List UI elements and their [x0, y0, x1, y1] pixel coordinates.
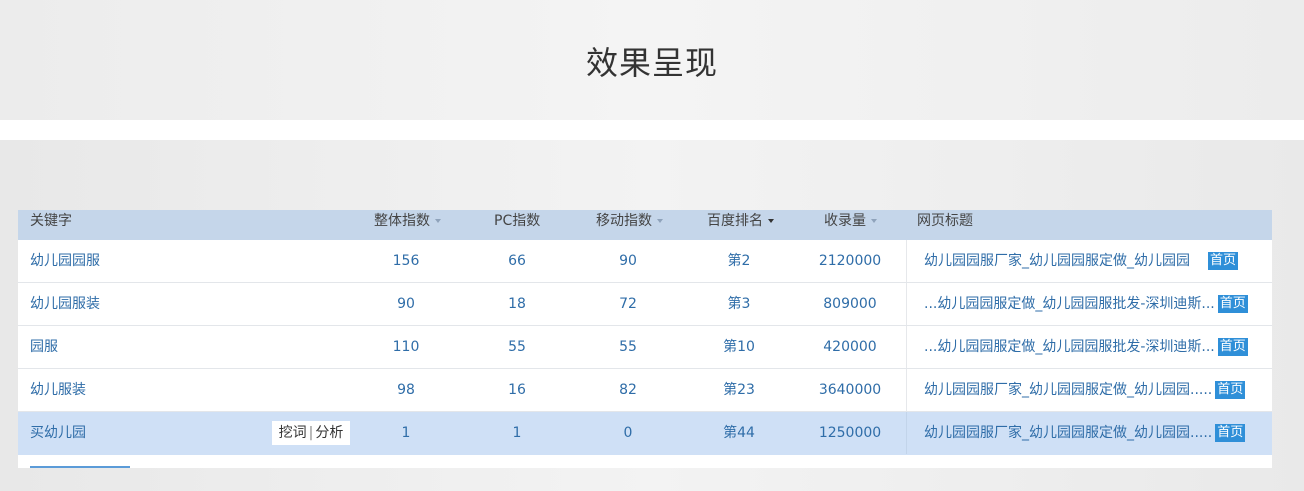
overall-index-cell: 90 — [397, 296, 415, 312]
keyword-table: 关键字 整体指数 PC指数 移动指数 百度排名 收录量 网页标题 幼儿园园服 1… — [18, 210, 1272, 468]
pc-index-cell: 1 — [512, 425, 522, 441]
header-pc-index: PC指数 — [494, 213, 541, 229]
gap-strip — [0, 120, 1304, 140]
baidu-rank-cell: 第10 — [723, 339, 755, 355]
baidu-rank-cell: 第23 — [723, 382, 755, 398]
header-overall-index[interactable]: 整体指数 — [374, 210, 441, 240]
page-title-cell: 幼儿园园服厂家_幼儿园园服定做_幼儿园园..... 首页 — [906, 412, 1272, 454]
header-indexed-count-label: 收录量 — [824, 213, 866, 229]
header-keyword: 关键字 — [30, 213, 72, 229]
sort-down-icon — [657, 219, 663, 223]
mobile-index-cell: 55 — [619, 339, 637, 355]
table-header: 关键字 整体指数 PC指数 移动指数 百度排名 收录量 网页标题 — [18, 210, 1272, 240]
header-mobile-index[interactable]: 移动指数 — [596, 210, 663, 240]
indexed-count-cell: 420000 — [823, 339, 877, 355]
pc-index-cell: 66 — [508, 253, 526, 269]
pc-index-cell: 16 — [508, 382, 526, 398]
page-title-link[interactable]: 幼儿园园服厂家_幼儿园园服定做_幼儿园园..... — [924, 382, 1212, 398]
table-row-selected[interactable]: 买幼儿园 挖词 | 分析 1 1 0 第44 1250000 幼儿园园服厂家_幼儿园… — [18, 412, 1272, 455]
pagination-indicator — [30, 466, 130, 468]
header-baidu-rank-label: 百度排名 — [707, 213, 763, 229]
mobile-index-cell: 82 — [619, 382, 637, 398]
overall-index-cell: 1 — [401, 425, 411, 441]
page-title-cell: ...幼儿园园服定做_幼儿园园服批发-深圳迪斯... 首页 — [906, 283, 1272, 325]
analyze-button[interactable]: 分析 — [315, 425, 343, 441]
homepage-badge[interactable]: 首页 — [1217, 295, 1248, 313]
table-row[interactable]: 幼儿园服装 90 18 72 第3 809000 ...幼儿园园服定做_幼儿园园… — [18, 283, 1272, 326]
page-title-cell: 幼儿园园服厂家_幼儿园园服定做_幼儿园园..... 首页 — [906, 369, 1272, 411]
mobile-index-cell: 0 — [623, 425, 633, 441]
sort-down-icon — [768, 219, 774, 223]
dig-words-button[interactable]: 挖词 — [279, 425, 307, 441]
baidu-rank-cell: 第44 — [723, 425, 755, 441]
keyword-link[interactable]: 幼儿园服装 — [30, 283, 100, 325]
homepage-badge[interactable]: 首页 — [1215, 381, 1246, 399]
overall-index-cell: 98 — [397, 382, 415, 398]
page-title-link[interactable]: 幼儿园园服厂家_幼儿园园服定做_幼儿园园 — [924, 253, 1190, 269]
page-title: 效果呈现 — [585, 44, 718, 82]
header-baidu-rank[interactable]: 百度排名 — [707, 210, 774, 240]
mobile-index-cell: 90 — [619, 253, 637, 269]
sort-down-icon — [435, 219, 441, 223]
keyword-link[interactable]: 买幼儿园 — [30, 412, 86, 454]
indexed-count-cell: 809000 — [823, 296, 877, 312]
keyword-link[interactable]: 幼儿服装 — [30, 369, 86, 411]
pc-index-cell: 55 — [508, 339, 526, 355]
header-overall-index-label: 整体指数 — [374, 213, 430, 229]
page-title-cell: 幼儿园园服厂家_幼儿园园服定做_幼儿园园 首页 — [906, 240, 1272, 282]
keyword-link[interactable]: 园服 — [30, 326, 58, 368]
table-row[interactable]: 幼儿服装 98 16 82 第23 3640000 幼儿园园服厂家_幼儿园园服定… — [18, 369, 1272, 412]
page-title-cell: ...幼儿园园服定做_幼儿园园服批发-深圳迪斯... 首页 — [906, 326, 1272, 368]
row-actions: 挖词 | 分析 — [272, 421, 350, 445]
indexed-count-cell: 1250000 — [818, 425, 882, 441]
page-title-link[interactable]: ...幼儿园园服定做_幼儿园园服批发-深圳迪斯... — [924, 296, 1215, 312]
indexed-count-cell: 2120000 — [818, 253, 882, 269]
indexed-count-cell: 3640000 — [818, 382, 882, 398]
overall-index-cell: 110 — [392, 339, 420, 355]
mobile-index-cell: 72 — [619, 296, 637, 312]
header-mobile-index-label: 移动指数 — [596, 213, 652, 229]
header-page-title: 网页标题 — [917, 213, 973, 229]
table-row[interactable]: 园服 110 55 55 第10 420000 ...幼儿园园服定做_幼儿园园服… — [18, 326, 1272, 369]
homepage-badge[interactable]: 首页 — [1215, 424, 1246, 442]
action-separator: | — [308, 425, 314, 441]
sort-down-icon — [871, 219, 877, 223]
table-row[interactable]: 幼儿园园服 156 66 90 第2 2120000 幼儿园园服厂家_幼儿园园服… — [18, 240, 1272, 283]
header-indexed-count[interactable]: 收录量 — [824, 210, 877, 240]
baidu-rank-cell: 第2 — [727, 253, 751, 269]
homepage-badge[interactable]: 首页 — [1217, 338, 1248, 356]
page-title-link[interactable]: ...幼儿园园服定做_幼儿园园服批发-深圳迪斯... — [924, 339, 1215, 355]
overall-index-cell: 156 — [392, 253, 420, 269]
homepage-badge[interactable]: 首页 — [1208, 252, 1239, 270]
pc-index-cell: 18 — [508, 296, 526, 312]
keyword-link[interactable]: 幼儿园园服 — [30, 240, 100, 282]
page-title-link[interactable]: 幼儿园园服厂家_幼儿园园服定做_幼儿园园..... — [924, 425, 1212, 441]
baidu-rank-cell: 第3 — [727, 296, 751, 312]
